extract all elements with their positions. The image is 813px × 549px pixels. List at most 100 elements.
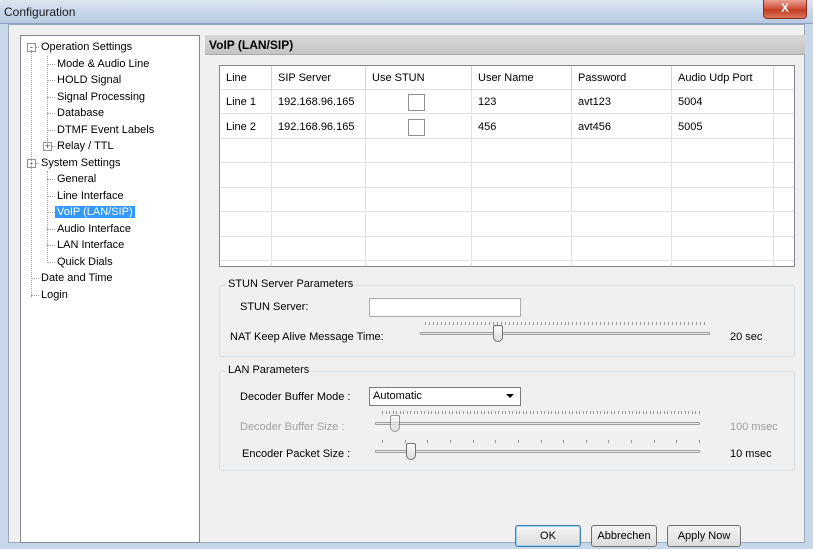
table-cell[interactable]: 456 — [472, 114, 572, 139]
table-cell[interactable] — [572, 237, 672, 261]
table-cell[interactable] — [366, 163, 472, 188]
table-cell[interactable]: avt456 — [572, 114, 672, 139]
table-row-empty[interactable] — [220, 163, 794, 188]
table-cell[interactable]: avt123 — [572, 90, 672, 114]
tree-item[interactable]: Relay / TTL — [55, 138, 116, 154]
column-header[interactable]: Line — [220, 66, 272, 90]
table-cell[interactable] — [672, 237, 774, 261]
table-cell[interactable] — [472, 212, 572, 237]
tree-item[interactable]: HOLD Signal — [55, 72, 123, 88]
table-cell[interactable] — [672, 188, 774, 212]
tree-item[interactable]: Operation Settings — [39, 39, 134, 55]
table-cell[interactable] — [366, 90, 472, 114]
decoder-slider-thumb[interactable] — [389, 415, 400, 432]
close-button[interactable]: X — [763, 0, 807, 19]
tree-item[interactable]: Line Interface — [55, 188, 126, 204]
table-cell[interactable]: 192.168.96.165 — [272, 90, 366, 114]
settings-tree[interactable]: Operation Settings - Mode & Audio Line HOLD… — [20, 35, 200, 543]
column-header[interactable]: Password — [572, 66, 672, 90]
table-cell[interactable] — [220, 139, 272, 163]
table-cell[interactable]: 123 — [472, 90, 572, 114]
nat-slider-thumb[interactable] — [493, 325, 504, 342]
tree-item[interactable]: Signal Processing — [55, 89, 147, 105]
table-cell[interactable]: Line 1 — [220, 90, 272, 114]
table-cell[interactable]: Line 2 — [220, 114, 272, 139]
table-cell[interactable] — [220, 237, 272, 261]
tree-item[interactable]: LAN Interface — [55, 237, 126, 253]
table-cell[interactable] — [272, 139, 366, 163]
table-cell[interactable] — [366, 212, 472, 237]
table-cell[interactable] — [272, 163, 366, 188]
tree-item[interactable]: System Settings — [39, 155, 122, 171]
table-cell[interactable] — [366, 237, 472, 261]
tree-item[interactable]: Login — [39, 287, 70, 303]
decoder-size-value: 100 msec — [730, 421, 778, 433]
table-cell[interactable]: 5004 — [672, 90, 774, 114]
tree-item[interactable]: General — [55, 171, 98, 187]
table-row-empty[interactable] — [220, 212, 794, 237]
table-cell[interactable] — [472, 163, 572, 188]
use-stun-checkbox[interactable] — [408, 94, 425, 111]
table-row-empty[interactable] — [220, 139, 794, 163]
column-header[interactable]: SIP Server — [272, 66, 366, 90]
table-cell[interactable] — [272, 261, 366, 266]
use-stun-checkbox[interactable] — [408, 118, 425, 136]
column-header[interactable]: User Name — [472, 66, 572, 90]
table-cell[interactable]: 192.168.96.165 — [272, 114, 366, 139]
sip-lines-grid[interactable]: Line SIP Server Use STUN User Name Password A… — [219, 65, 795, 267]
tree-item-label: Quick Dials — [57, 255, 113, 268]
table-cell[interactable] — [572, 139, 672, 163]
encoder-slider-thumb[interactable] — [405, 443, 416, 460]
tree-item[interactable]: DTMF Event Labels — [55, 122, 156, 138]
table-cell[interactable] — [672, 163, 774, 188]
table-row[interactable]: Line 1 192.168.96.165 123 avt123 5004 — [220, 90, 794, 114]
table-cell[interactable] — [472, 188, 572, 212]
cancel-button[interactable]: Abbrechen — [591, 525, 657, 547]
tree-connector — [47, 96, 55, 98]
table-row-empty[interactable] — [220, 261, 794, 266]
tree-connector — [47, 80, 55, 81]
table-row-empty[interactable] — [220, 188, 794, 212]
table-cell[interactable] — [220, 261, 272, 266]
table-cell[interactable]: 5005 — [672, 114, 774, 139]
close-icon: X — [780, 1, 789, 15]
table-cell[interactable] — [220, 163, 272, 188]
column-header[interactable]: Use STUN — [366, 66, 472, 90]
tree-item[interactable]: Audio Interface — [55, 221, 133, 237]
table-cell[interactable] — [272, 188, 366, 212]
table-cell[interactable] — [272, 212, 366, 237]
table-cell[interactable] — [472, 139, 572, 163]
tree-item[interactable]: VoIP (LAN/SIP) — [55, 204, 135, 220]
tree-connector — [47, 63, 55, 65]
table-cell[interactable] — [672, 139, 774, 163]
apply-now-button[interactable]: Apply Now — [667, 525, 741, 547]
tree-item[interactable]: Quick Dials — [55, 254, 115, 270]
table-row[interactable]: Line 2 192.168.96.165 456 avt456 5005 — [220, 114, 794, 139]
ok-button[interactable]: OK — [515, 525, 581, 547]
tree-item[interactable]: Date and Time — [39, 270, 115, 286]
tree-item[interactable]: Mode & Audio Line — [55, 56, 151, 72]
table-cell[interactable] — [366, 114, 472, 139]
table-cell[interactable] — [220, 212, 272, 237]
table-row-empty[interactable] — [220, 237, 794, 261]
table-cell[interactable] — [672, 212, 774, 237]
table-cell[interactable] — [472, 237, 572, 261]
stun-server-input[interactable] — [369, 298, 521, 317]
table-cell[interactable] — [472, 261, 572, 266]
table-cell[interactable] — [572, 261, 672, 266]
table-cell[interactable] — [220, 188, 272, 212]
table-cell[interactable] — [366, 139, 472, 163]
table-cell[interactable] — [672, 261, 774, 266]
table-cell[interactable] — [272, 237, 366, 261]
table-cell[interactable] — [366, 261, 472, 266]
table-cell[interactable] — [366, 188, 472, 212]
decoder-mode-select[interactable]: Automatic — [369, 387, 521, 406]
column-header[interactable]: Audio Udp Port — [672, 66, 774, 90]
table-cell[interactable] — [572, 212, 672, 237]
window-frame-left — [0, 24, 8, 549]
tree-item[interactable]: Database — [55, 105, 106, 121]
table-cell-text: 192.168.96.165 — [278, 120, 355, 133]
tree-item-label: Login — [41, 288, 68, 301]
table-cell[interactable] — [572, 163, 672, 188]
table-cell[interactable] — [572, 188, 672, 212]
